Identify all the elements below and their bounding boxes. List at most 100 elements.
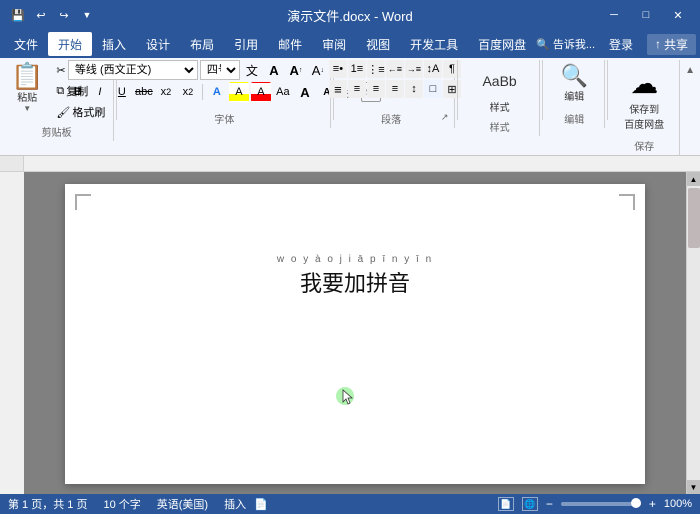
redo-btn[interactable]: ↪	[54, 5, 74, 25]
menu-file[interactable]: 文件	[4, 32, 48, 56]
para-row-2: ≡ ≡ ≡ ≡ ↕ □ ⊞	[329, 80, 461, 98]
window-title: 演示文件.docx - Word	[287, 9, 412, 24]
list-bullet-btn[interactable]: ≡•	[329, 60, 347, 78]
style-normal-btn[interactable]: AaBb 样式	[475, 60, 525, 117]
menu-review[interactable]: 审阅	[312, 32, 356, 56]
superscript-btn[interactable]: x2	[178, 82, 198, 102]
menu-design[interactable]: 设计	[136, 32, 180, 56]
view-print-btn[interactable]: 📄	[498, 497, 514, 511]
save-baidu-btn[interactable]: ☁ 保存到 百度网盘	[615, 60, 673, 136]
sep-3	[457, 60, 458, 120]
search-icon: 🔍	[536, 38, 550, 51]
mouse-cursor	[335, 384, 355, 411]
underline-btn[interactable]: U	[112, 82, 132, 102]
copy-icon: ⧉	[56, 85, 64, 98]
document-area: w o y à o j i ā p ī n y ī n 我要加拼音 ▲ ▼	[0, 172, 700, 494]
corner-tl	[75, 194, 91, 210]
zoom-slider[interactable]	[561, 502, 641, 506]
ribbon: 📋 粘贴 ▼ ✂ 剪切 ⧉ 复制 🖌 格式刷	[0, 58, 700, 156]
tell-me-btn[interactable]: 🔍 告诉我...	[536, 36, 595, 52]
paste-icon: 📋	[11, 63, 43, 89]
ribbon-group-font: 等线 (西文正文) 四号 文 A A↑ A↓ A✕ B I U abc x	[119, 60, 331, 128]
font-size-select[interactable]: 四号	[200, 60, 240, 80]
paste-arrow[interactable]: ▼	[23, 104, 31, 113]
font-size-large-btn[interactable]: A	[295, 82, 315, 102]
menu-view[interactable]: 视图	[356, 32, 400, 56]
corner-tr	[619, 194, 635, 210]
close-btn[interactable]: ✕	[664, 5, 692, 25]
subscript-btn[interactable]: x2	[156, 82, 176, 102]
borders-btn[interactable]: ⊞	[443, 80, 461, 98]
editing-find-btn[interactable]: 🔍 编辑	[552, 60, 596, 108]
font-A-btn[interactable]: A	[264, 60, 284, 80]
status-mode: 插入	[224, 496, 246, 512]
zoom-out-btn[interactable]: −	[546, 497, 553, 511]
save-quickaccess-btn[interactable]: 💾	[8, 5, 28, 25]
main-text[interactable]: 我要加拼音	[135, 266, 575, 298]
styles-content: AaBb 样式	[475, 60, 525, 117]
align-center-btn[interactable]: ≡	[348, 80, 366, 98]
sep-5	[607, 60, 608, 120]
scroll-thumb[interactable]	[688, 188, 700, 248]
align-right-btn[interactable]: ≡	[367, 80, 385, 98]
vertical-scrollbar[interactable]: ▲ ▼	[686, 172, 700, 494]
strikethrough-btn[interactable]: abc	[134, 82, 154, 102]
minimize-btn[interactable]: ─	[600, 5, 628, 25]
paragraph-expand-btn[interactable]: ↗	[441, 112, 449, 123]
menu-layout[interactable]: 布局	[180, 32, 224, 56]
text-effect-btn[interactable]: A	[207, 82, 227, 102]
status-page: 第 1 页，共 1 页	[8, 496, 87, 512]
menu-insert[interactable]: 插入	[92, 32, 136, 56]
paragraph-label: 段落	[341, 111, 440, 126]
ribbon-collapse-btn[interactable]: ▲	[682, 62, 698, 78]
pinyin-text: w o y à o j i ā p ī n y ī n	[135, 254, 575, 265]
signin-btn[interactable]: 登录	[601, 34, 641, 55]
ribbon-group-styles: AaBb 样式 样式	[460, 60, 540, 136]
undo-btn[interactable]: ↩	[31, 5, 51, 25]
menu-mailings[interactable]: 邮件	[268, 32, 312, 56]
customize-qa-btn[interactable]: ▼	[77, 5, 97, 25]
menu-references[interactable]: 引用	[224, 32, 268, 56]
share-btn[interactable]: ↑ 共享	[647, 34, 696, 55]
doc-scroll-area[interactable]: w o y à o j i ā p ī n y ī n 我要加拼音	[24, 172, 686, 494]
menu-home[interactable]: 开始	[48, 32, 92, 56]
indent-less-btn[interactable]: ←≡	[386, 60, 404, 78]
window-controls: ─ □ ✕	[600, 5, 692, 25]
font-wenzhi-btn[interactable]: 文	[242, 60, 262, 80]
doc-content: w o y à o j i ā p ī n y ī n 我要加拼音	[135, 254, 575, 298]
shading-btn[interactable]: □	[424, 80, 442, 98]
style-normal-label: 样式	[490, 99, 510, 114]
paste-btn[interactable]: 📋 粘贴 ▼	[4, 60, 50, 122]
view-web-btn[interactable]: 🌐	[522, 497, 538, 511]
indent-more-btn[interactable]: →≡	[405, 60, 423, 78]
list-number-btn[interactable]: 1≡	[348, 60, 366, 78]
sort-btn[interactable]: ↕A	[424, 60, 442, 78]
ruler-main: var marks = ''; for(var i=0;i<700;i+=10)…	[24, 156, 700, 171]
line-spacing-btn[interactable]: ↕	[405, 80, 423, 98]
font-color-btn[interactable]: A	[251, 82, 271, 102]
styles-label: 样式	[466, 119, 533, 134]
italic-btn[interactable]: I	[90, 82, 110, 102]
justify-btn[interactable]: ≡	[386, 80, 404, 98]
scroll-up-btn[interactable]: ▲	[687, 172, 700, 186]
increase-font-btn[interactable]: A↑	[286, 60, 306, 80]
maximize-btn[interactable]: □	[632, 5, 660, 25]
style-normal-preview: AaBb	[482, 63, 518, 99]
show-marks-btn[interactable]: ¶	[443, 60, 461, 78]
scroll-down-btn[interactable]: ▼	[687, 480, 700, 494]
menu-developer[interactable]: 开发工具	[400, 32, 468, 56]
clipboard-label: 剪贴板	[4, 124, 109, 139]
zoom-in-btn[interactable]: +	[649, 497, 656, 511]
title-bar-left: 💾 ↩ ↪ ▼	[8, 5, 97, 25]
bold-btn[interactable]: B	[68, 82, 88, 102]
highlight-btn[interactable]: A	[229, 82, 249, 102]
scroll-track[interactable]	[687, 186, 700, 480]
menu-baidu[interactable]: 百度网盘	[468, 32, 536, 56]
multilevel-list-btn[interactable]: ⋮≡	[367, 60, 385, 78]
doc-page: w o y à o j i ā p ī n y ī n 我要加拼音	[65, 184, 645, 484]
align-left-btn[interactable]: ≡	[329, 80, 347, 98]
font-name-select[interactable]: 等线 (西文正文)	[68, 60, 198, 80]
ribbon-group-paragraph: ≡• 1≡ ⋮≡ ←≡ →≡ ↕A ¶ ≡ ≡ ≡ ≡ ↕ □ ⊞	[335, 60, 455, 128]
font-aa-upper-btn[interactable]: Aa	[273, 82, 293, 102]
decrease-font-btn[interactable]: A↓	[308, 60, 328, 80]
